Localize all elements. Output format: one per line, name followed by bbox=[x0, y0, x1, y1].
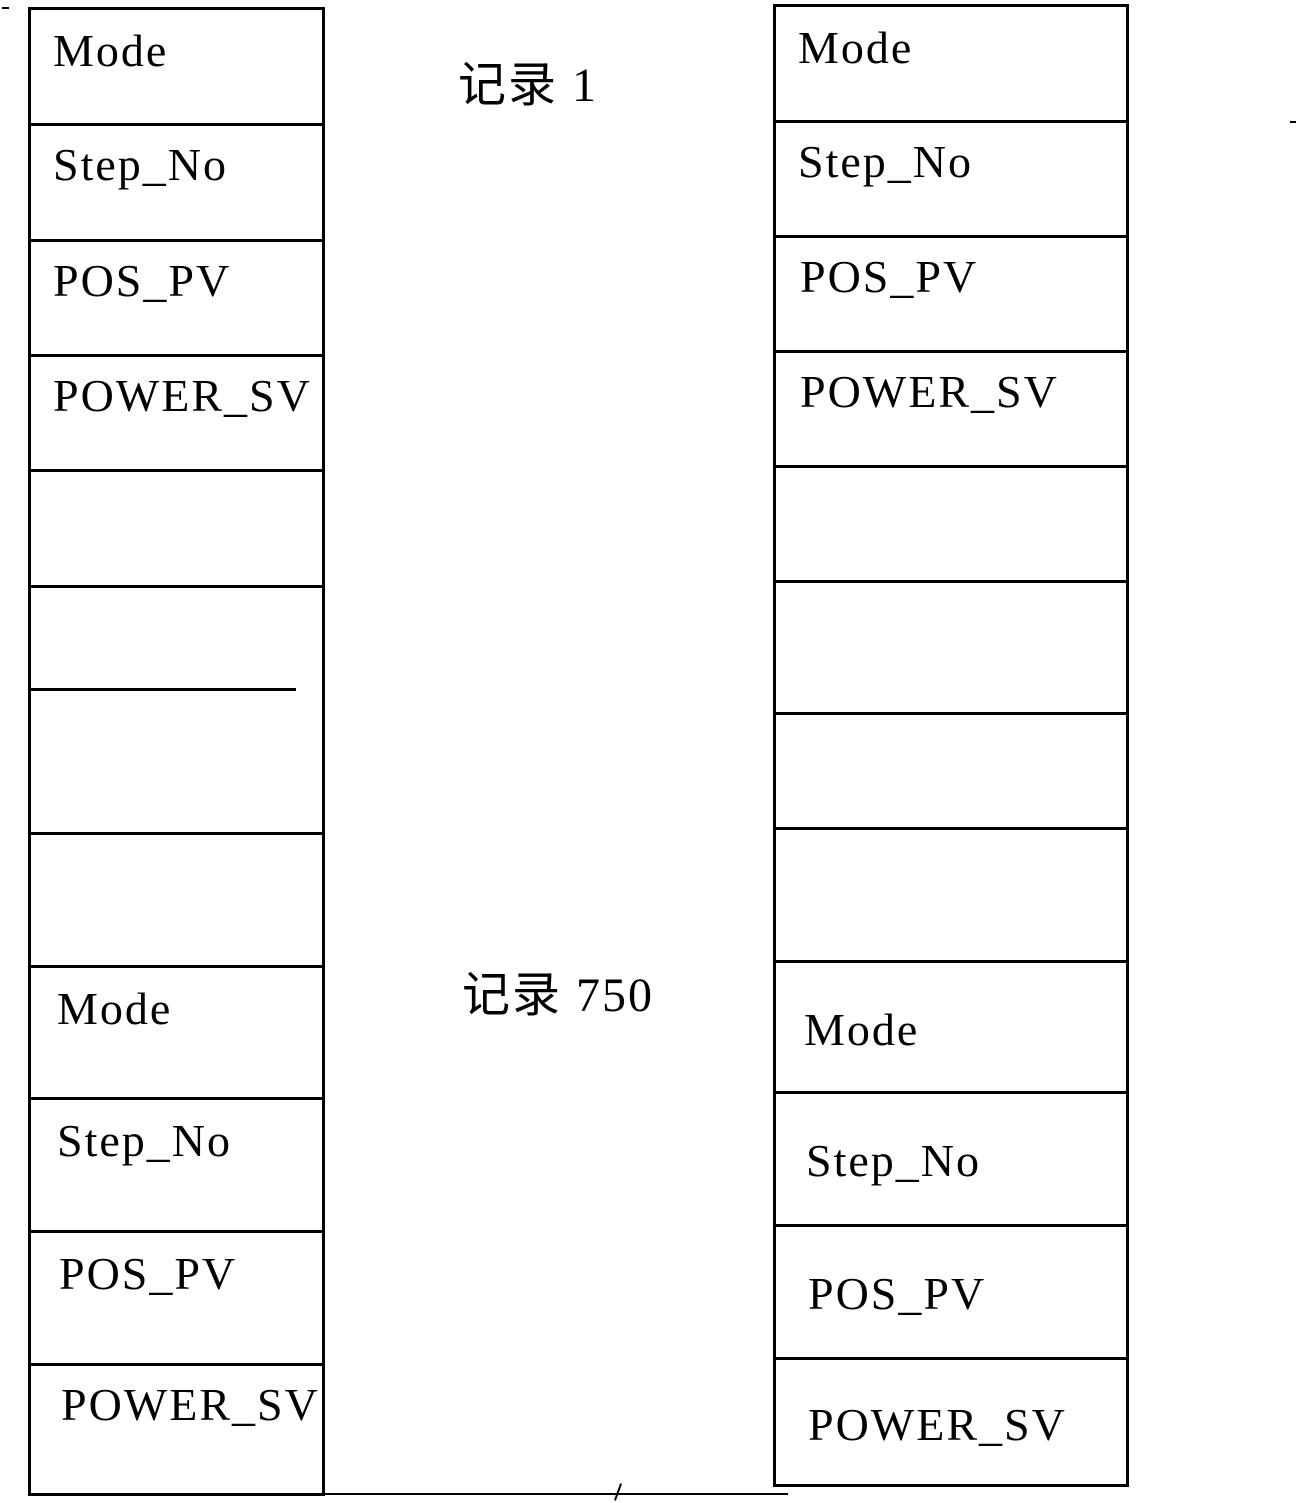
left-cell-mode: Mode bbox=[31, 7, 322, 123]
field-label: POS_PV bbox=[800, 251, 979, 302]
left-cell-step-no: Step_No bbox=[31, 1097, 322, 1230]
right-cell-mode: Mode bbox=[776, 4, 1126, 120]
left-cell-pos-pv: POS_PV bbox=[31, 1230, 322, 1363]
left-cell-step-no: Step_No bbox=[31, 123, 322, 239]
field-label: Step_No bbox=[806, 1135, 981, 1186]
field-label: POWER_SV bbox=[808, 1399, 1067, 1450]
partial-divider bbox=[31, 688, 296, 691]
left-cell-pos-pv: POS_PV bbox=[31, 239, 322, 354]
left-cell-power-sv: POWER_SV bbox=[31, 354, 322, 469]
field-label: POWER_SV bbox=[61, 1379, 320, 1430]
scan-mark bbox=[2, 7, 9, 9]
right-record-column: Mode Step_No POS_PV POWER_SV Mode Step_N… bbox=[773, 4, 1129, 1487]
left-cell-mode: Mode bbox=[31, 965, 322, 1097]
scan-mark bbox=[613, 1483, 623, 1501]
right-cell-power-sv: POWER_SV bbox=[776, 350, 1126, 465]
left-empty-cell bbox=[31, 832, 322, 965]
field-label: Step_No bbox=[798, 136, 973, 187]
field-label: Mode bbox=[57, 983, 173, 1034]
scan-mark bbox=[1290, 121, 1296, 123]
field-label: Step_No bbox=[57, 1115, 232, 1166]
right-cell-step-no: Step_No bbox=[776, 120, 1126, 235]
field-label: POS_PV bbox=[808, 1268, 987, 1319]
right-empty-cell bbox=[776, 827, 1126, 960]
field-label: Mode bbox=[804, 1004, 920, 1055]
right-cell-power-sv: POWER_SV bbox=[776, 1357, 1126, 1487]
field-label: POWER_SV bbox=[53, 370, 312, 421]
field-label: Mode bbox=[798, 22, 914, 73]
field-label: POS_PV bbox=[59, 1248, 238, 1299]
right-cell-step-no: Step_No bbox=[776, 1091, 1126, 1224]
record-last-caption: 记录 750 bbox=[462, 969, 655, 1022]
field-label: POWER_SV bbox=[800, 366, 1059, 417]
field-label: Mode bbox=[53, 25, 169, 76]
right-empty-cell bbox=[776, 465, 1126, 580]
record-first-caption: 记录 1 bbox=[458, 59, 599, 112]
left-column-bottom bbox=[31, 1493, 322, 1496]
field-label: POS_PV bbox=[53, 255, 232, 306]
right-cell-mode: Mode bbox=[776, 960, 1126, 1091]
field-label: Step_No bbox=[53, 139, 228, 190]
left-record-column: Mode Step_No POS_PV POWER_SV Mode Step_N… bbox=[28, 7, 325, 1496]
right-empty-cell bbox=[776, 712, 1126, 827]
left-empty-cell bbox=[31, 469, 322, 585]
right-cell-pos-pv: POS_PV bbox=[776, 235, 1126, 350]
left-empty-cell bbox=[31, 585, 322, 832]
right-cell-pos-pv: POS_PV bbox=[776, 1224, 1126, 1357]
right-empty-cell bbox=[776, 580, 1126, 712]
right-column-bottom bbox=[776, 1484, 1126, 1487]
left-cell-power-sv: POWER_SV bbox=[31, 1363, 322, 1496]
